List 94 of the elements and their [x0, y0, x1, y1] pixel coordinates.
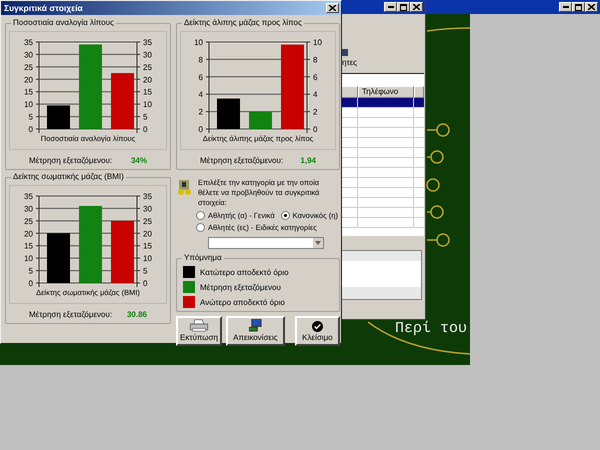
measure-value: 30.86: [126, 310, 147, 319]
tick-label: 10: [24, 100, 33, 110]
tick-label: 30: [143, 50, 152, 60]
tick-label: 8: [313, 55, 318, 64]
tick-label: 35: [143, 192, 152, 201]
close-icon: [413, 4, 420, 10]
maximize-button[interactable]: [572, 2, 585, 12]
node-icon[interactable]: [427, 150, 444, 164]
maximize-icon: [400, 4, 407, 10]
tick-label: 5: [28, 112, 33, 122]
tick-label: 30: [143, 204, 152, 214]
tick-label: 20: [143, 75, 152, 84]
category-dropdown[interactable]: [208, 237, 324, 249]
table-row[interactable]: [340, 98, 424, 108]
measure-value: 1,94: [300, 156, 316, 165]
tick-label: 10: [194, 38, 203, 47]
minimize-icon: [562, 6, 568, 8]
close-button[interactable]: Κλείσιμο: [294, 316, 340, 346]
node-icon[interactable]: [427, 233, 450, 247]
minimize-button[interactable]: [384, 2, 397, 12]
tick-label: 10: [313, 38, 322, 47]
tick-label: 20: [143, 229, 152, 238]
tick-label: 15: [24, 88, 33, 97]
input-field[interactable]: [340, 73, 424, 86]
toolbar-label[interactable]: ητες: [342, 58, 358, 67]
tick-label: 0: [313, 125, 318, 134]
tick-label: 35: [24, 38, 33, 47]
tick-label: 0: [198, 125, 203, 134]
group-title: Υπόμνημα: [182, 253, 224, 262]
maximize-button[interactable]: [397, 2, 410, 12]
tick-label: 5: [143, 112, 148, 122]
tick-label: 20: [24, 75, 33, 84]
menu-caption[interactable]: Περί του: [395, 320, 468, 337]
node-icon[interactable]: [427, 123, 450, 137]
maximize-icon: [575, 4, 582, 10]
arc-line: [426, 27, 470, 32]
tick-label: 30: [24, 204, 33, 214]
node-icon[interactable]: [427, 205, 444, 219]
tick-label: 6: [313, 72, 318, 82]
tick-label: 5: [28, 266, 33, 276]
tick-label: 8: [198, 55, 203, 64]
tick-label: 25: [143, 216, 152, 226]
column-header[interactable]: Τηλέφωνο: [358, 86, 414, 98]
tick-label: 15: [143, 242, 152, 251]
measure-value: 34%: [130, 156, 147, 165]
tick-label: 4: [198, 90, 203, 100]
tick-label: 10: [24, 254, 33, 264]
tick-label: 2: [198, 108, 203, 117]
close-button[interactable]: [410, 2, 423, 12]
window-title: Συγκριτικά στοιχεία: [4, 3, 83, 13]
close-icon: [329, 5, 336, 11]
group-title: Ποσοστιαία αναλογία λίπους: [11, 18, 116, 27]
tick-label: 15: [143, 88, 152, 97]
legend-label: Μέτρηση εξεταζόμενου: [200, 282, 281, 292]
legend-label: Ανώτερο αποδεκτό όριο: [200, 298, 285, 306]
tick-label: 25: [24, 62, 33, 72]
close-icon: [588, 4, 595, 10]
node-icon[interactable]: [426, 178, 440, 192]
tick-label: 35: [24, 192, 33, 201]
tick-label: 5: [143, 266, 148, 276]
minimize-button[interactable]: [559, 2, 572, 12]
tick-label: 25: [143, 62, 152, 72]
tick-label: 10: [143, 254, 152, 264]
measure-label: Μέτρηση εξεταζόμενου:: [200, 156, 284, 165]
close-button[interactable]: [585, 2, 598, 12]
tick-label: 0: [143, 279, 148, 288]
radio-button[interactable]: [196, 211, 205, 220]
close-button[interactable]: [326, 3, 339, 13]
tick-label: 25: [24, 216, 33, 226]
print-button[interactable]: Εκτύπωση: [176, 316, 222, 346]
radio-button[interactable]: [280, 211, 290, 220]
tick-label: 0: [28, 125, 33, 134]
minimize-icon: [388, 6, 394, 8]
tick-label: 15: [24, 242, 33, 251]
tick-label: 0: [28, 279, 33, 288]
tick-label: 0: [143, 125, 148, 134]
display-button[interactable]: Απεικονίσεις: [226, 316, 285, 346]
tick-label: 2: [313, 108, 318, 117]
group-title: Δείκτης σωματικής μάζας (BMI): [11, 172, 126, 181]
computer-icon: [248, 319, 262, 332]
tick-label: 6: [198, 72, 203, 82]
tick-label: 35: [143, 38, 152, 47]
check-icon: [312, 321, 323, 332]
measure-label: Μέτρηση εξεταζόμενου:: [29, 310, 112, 319]
tick-label: 10: [143, 100, 152, 110]
people-icon: [176, 178, 194, 196]
group-title: Δείκτης άλιπης μάζας προς λίπος: [182, 18, 304, 27]
legend-label: Κατώτερο αποδεκτό όριο: [200, 268, 289, 276]
tick-label: 20: [24, 229, 33, 238]
tick-label: 30: [24, 50, 33, 60]
measure-label: Μέτρηση εξεταζόμενου:: [29, 156, 112, 165]
dropdown-arrow-icon: [313, 238, 323, 248]
radio-button[interactable]: [196, 223, 205, 232]
tick-label: 4: [313, 90, 318, 100]
